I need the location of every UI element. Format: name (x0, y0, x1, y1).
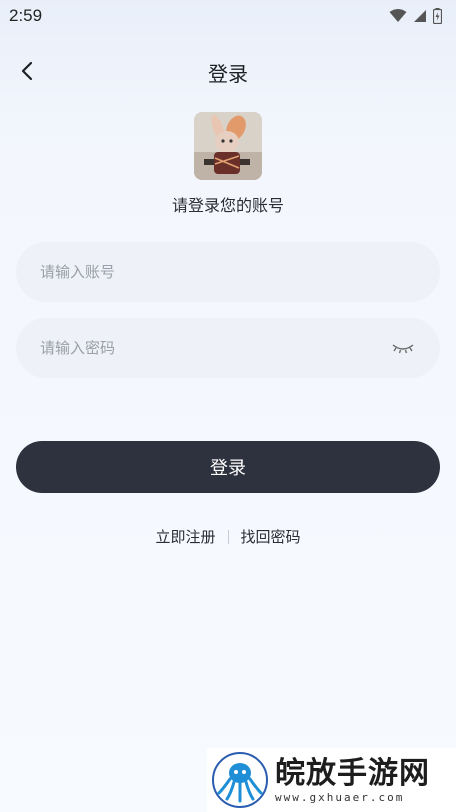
toggle-password-visibility[interactable] (390, 338, 416, 358)
watermark-text: 皖放手游网 www.gxhuaer.com (275, 755, 430, 804)
login-button[interactable]: 登录 (16, 441, 440, 493)
eye-closed-icon (392, 344, 414, 354)
page-title: 登录 (208, 62, 248, 86)
account-field[interactable] (16, 242, 440, 302)
status-icons (389, 8, 442, 24)
register-link[interactable]: 立即注册 (155, 526, 215, 547)
site-watermark: 皖放手游网 www.gxhuaer.com (207, 748, 456, 812)
rabbit-illustration (194, 112, 262, 180)
password-field[interactable] (16, 318, 440, 378)
octopus-logo-icon (212, 752, 268, 808)
recover-password-link[interactable]: 找回密码 (241, 526, 301, 547)
watermark-title: 皖放手游网 (275, 755, 430, 791)
app-avatar (194, 112, 262, 180)
status-time: 2:59 (9, 6, 43, 25)
watermark-url: www.gxhuaer.com (275, 790, 405, 804)
account-input[interactable] (40, 263, 416, 281)
status-bar: 2:59 (0, 0, 456, 32)
wifi-icon (389, 9, 407, 22)
login-subtitle: 请登录您的账号 (171, 196, 284, 215)
signal-icon (414, 10, 426, 22)
nav-bar: 登录 (0, 52, 456, 92)
link-divider (227, 529, 229, 544)
auth-links: 立即注册 找回密码 (0, 526, 456, 547)
battery-icon (433, 8, 442, 24)
password-input[interactable] (40, 339, 390, 357)
